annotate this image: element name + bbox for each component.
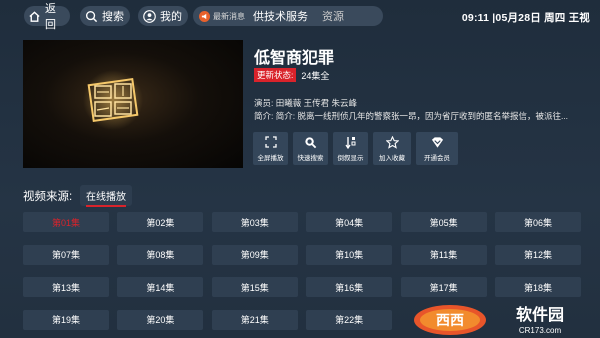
quick-search-label: 快速搜索 [297,155,324,162]
action-bar: 全屏播放 快速搜索 倒叙显示 加入收藏 开通会员 [253,132,458,165]
video-poster[interactable] [23,40,243,168]
episode-button[interactable]: 第09集 [211,244,298,265]
clock-status: 09:11 |05月28日 周四 王视 [461,12,590,24]
episode-button[interactable]: 第05集 [400,212,487,232]
episode-button[interactable]: 第03集 [211,212,298,232]
episode-button[interactable]: 第10集 [306,244,393,265]
mine-label: 我的 [160,11,182,23]
episode-button[interactable]: 第17集 [400,277,487,297]
episode-button[interactable]: 第04集 [306,212,393,232]
fullscreen-icon [264,135,278,149]
episode-button[interactable]: 第16集 [306,277,393,297]
fullscreen-button[interactable]: 全屏播放 [253,132,288,165]
episode-button[interactable]: 第11集 [400,244,487,265]
status-row: 更新状态: 24集全 [254,68,329,82]
megaphone-icon [199,10,210,22]
favorite-button[interactable]: 加入收藏 [373,132,411,165]
search-label: 搜索 [102,11,124,23]
vip-button[interactable]: 开通会员 [416,132,458,165]
vip-icon [430,135,444,149]
episode-button[interactable]: 第20集 [117,309,204,330]
reverse-order-button[interactable]: 倒叙显示 [333,132,368,165]
home-back-icon [28,9,41,23]
back-label: 返回 [45,3,56,31]
top-bar: 返回 搜索 我的 最新消息 供技术服务 资源 09:11 |05月28日 周四 … [0,0,600,34]
sort-icon [344,135,358,149]
svg-text:西西: 西西 [436,312,464,328]
cast-line: 演员: 田曦薇 王传君 朱云峰 [254,98,357,108]
news-text-2: 资源 [322,11,344,23]
status-tag: 更新状态: [254,68,297,82]
reverse-order-label: 倒叙显示 [337,155,364,162]
watermark-logo: 西西 软件园 CR173.com [414,305,564,335]
watermark-text: 软件园 [516,305,564,324]
news-badge-label: 最新消息 [213,11,245,21]
episode-button[interactable]: 第19集 [23,309,109,330]
search-icon [84,9,98,23]
episode-button[interactable]: 第02集 [117,212,204,232]
user-icon [142,9,156,23]
source-tab-online[interactable]: 在线播放 [80,185,132,207]
episode-button[interactable]: 第07集 [23,244,109,265]
mine-button[interactable]: 我的 [138,6,188,26]
episode-button[interactable]: 第06集 [495,212,581,232]
episode-button[interactable]: 第14集 [117,277,204,297]
watermark-sub: CR173.com [519,326,562,335]
episode-button[interactable]: 第22集 [306,309,393,330]
vip-label: 开通会员 [424,155,450,162]
episode-button[interactable]: 第01集 [23,212,109,232]
source-tab-underline [86,205,126,207]
news-ticker[interactable]: 最新消息 供技术服务 资源 [193,6,383,26]
favorite-label: 加入收藏 [379,155,405,162]
source-tab-label: 在线播放 [86,192,126,203]
news-badge: 最新消息 [199,10,245,22]
quick-search-button[interactable]: 快速搜索 [293,132,328,165]
episode-button[interactable]: 第15集 [211,277,298,297]
episode-button[interactable]: 第12集 [495,244,581,265]
episode-button[interactable]: 第13集 [23,277,109,297]
episode-button[interactable]: 第18集 [495,277,581,297]
episode-button[interactable]: 第08集 [117,244,204,265]
status-value: 24集全 [301,70,330,81]
search-button[interactable]: 搜索 [80,6,130,26]
poster-logo-icon [83,70,143,130]
episode-button[interactable]: 第21集 [211,309,298,330]
source-label: 视频来源: [23,191,73,203]
synopsis-line: 简介: 简介: 脱离一线刑侦几年的警察张一昂，因为省厅收到的匿名举报信，被派往.… [254,111,569,121]
news-text: 供技术服务 [253,11,308,23]
fullscreen-label: 全屏播放 [257,155,284,162]
search-icon [304,135,318,149]
show-title: 低智商犯罪 [254,50,335,67]
back-button[interactable]: 返回 [24,3,70,31]
star-icon [385,135,399,149]
